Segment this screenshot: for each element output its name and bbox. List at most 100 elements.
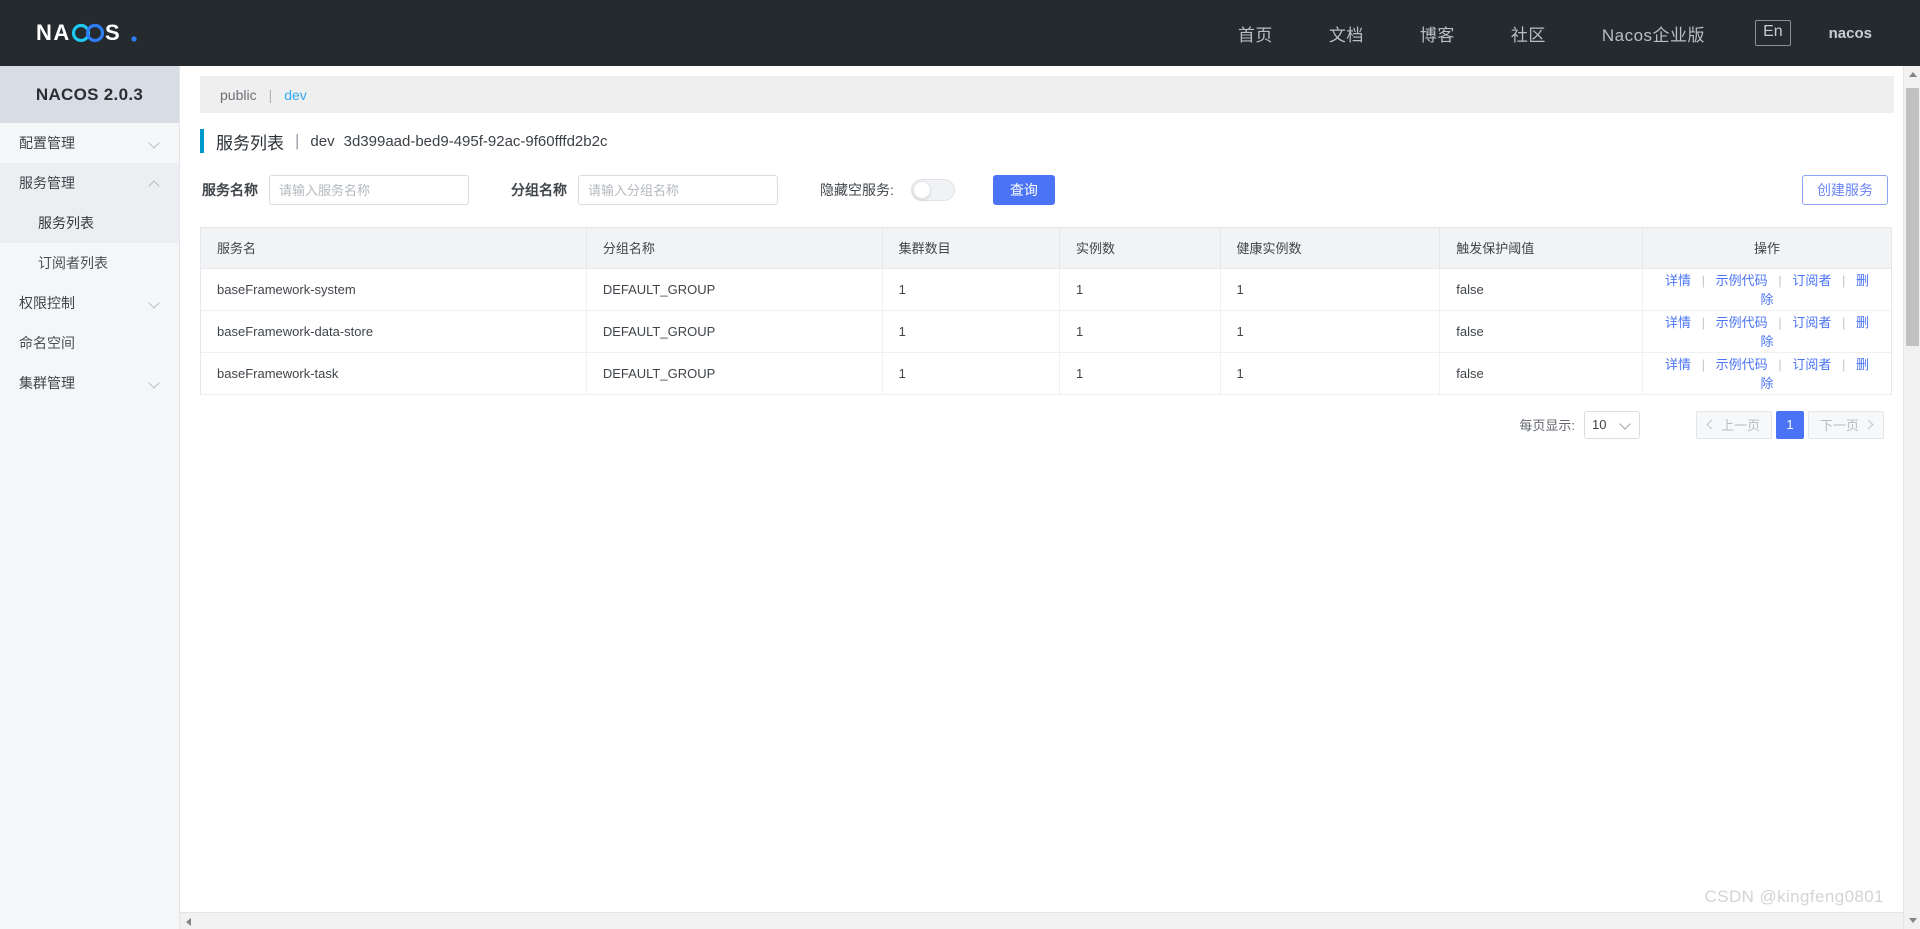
cell-cluster-count: 1 <box>882 352 1061 395</box>
action-separator: | <box>1701 315 1706 330</box>
sidebar-item-permission-control[interactable]: 权限控制 <box>0 283 179 323</box>
table-header-instance-count: 实例数 <box>1059 228 1221 269</box>
action-separator: | <box>1841 273 1846 288</box>
scroll-left-icon[interactable] <box>180 913 197 929</box>
hide-empty-service-toggle[interactable] <box>910 179 955 201</box>
action-separator: | <box>1778 315 1782 330</box>
sidebar-item-label: 配置管理 <box>19 135 75 151</box>
user-menu[interactable]: nacos <box>1829 25 1872 42</box>
action-subscribers[interactable]: 订阅者 <box>1792 357 1831 372</box>
app-shell: NACOS 2.0.3 配置管理 服务管理 服务列表 订阅者列表 权限控制 命名… <box>0 66 1920 929</box>
table-header-service-name: 服务名 <box>201 228 587 269</box>
breadcrumb-current[interactable]: dev <box>284 87 307 103</box>
action-sample-code[interactable]: 示例代码 <box>1716 273 1768 288</box>
cell-group-name: DEFAULT_GROUP <box>586 268 883 311</box>
group-name-input[interactable] <box>578 175 778 205</box>
page-title-namespace-id: 3d399aad-bed9-495f-92ac-9f60fffd2b2c <box>343 132 608 150</box>
page-title: 服务列表 | dev 3d399aad-bed9-495f-92ac-9f60f… <box>200 129 1900 153</box>
sidebar-item-cluster-management[interactable]: 集群管理 <box>0 363 179 403</box>
chevron-right-icon <box>1863 419 1874 430</box>
cell-operations: 详情 | 示例代码 | 订阅者 | 删除 <box>1642 268 1891 311</box>
table-row: baseFramework-system DEFAULT_GROUP 1 1 1… <box>201 268 1891 311</box>
vertical-scrollbar[interactable] <box>1903 66 1920 929</box>
scroll-up-icon[interactable] <box>1904 66 1920 83</box>
prev-page-label: 上一页 <box>1720 418 1760 433</box>
cell-group-name: DEFAULT_GROUP <box>586 352 883 395</box>
action-detail[interactable]: 详情 <box>1665 273 1691 288</box>
pagination-buttons: 上一页 1 下一页 <box>1695 410 1888 439</box>
table-header-group-name: 分组名称 <box>586 228 883 269</box>
service-table: 服务名 分组名称 集群数目 实例数 健康实例数 触发保护阈值 操作 baseFr… <box>201 228 1891 395</box>
service-name-input[interactable] <box>269 175 469 205</box>
main-content: public | dev 服务列表 | dev 3d399aad-bed9-49… <box>180 66 1920 929</box>
cell-service-name: baseFramework-data-store <box>201 310 587 353</box>
prev-page-button[interactable]: 上一页 <box>1695 410 1772 439</box>
vertical-scrollbar-thumb[interactable] <box>1906 88 1919 346</box>
action-subscribers[interactable]: 订阅者 <box>1792 315 1831 330</box>
content-inner: public | dev 服务列表 | dev 3d399aad-bed9-49… <box>180 66 1920 929</box>
sidebar-item-subscriber-list[interactable]: 订阅者列表 <box>0 243 179 283</box>
scroll-down-icon[interactable] <box>1904 912 1920 929</box>
page-title-text: 服务列表 <box>216 133 284 153</box>
breadcrumb-root[interactable]: public <box>220 87 257 103</box>
cell-cluster-count: 1 <box>882 310 1061 353</box>
nav-link-home[interactable]: 首页 <box>1238 21 1273 46</box>
action-sample-code[interactable]: 示例代码 <box>1716 357 1768 372</box>
top-nav-links: 首页 文档 博客 社区 Nacos企业版 En nacos <box>1210 0 1920 66</box>
nacos-logo[interactable]: NA S <box>36 0 154 66</box>
filter-bar: 服务名称 分组名称 隐藏空服务: 查询 创建服务 <box>200 175 1900 205</box>
table-header-operations: 操作 <box>1642 228 1891 269</box>
chevron-left-icon <box>1706 419 1717 430</box>
action-subscribers[interactable]: 订阅者 <box>1792 273 1831 288</box>
sidebar-item-service-management[interactable]: 服务管理 <box>0 163 179 203</box>
table-header-protect-threshold: 触发保护阈值 <box>1439 228 1644 269</box>
nacos-logo-icon: NA S <box>36 20 137 45</box>
action-separator: | <box>1701 273 1706 288</box>
page-title-separator: | <box>295 131 300 150</box>
table-header-cluster-count: 集群数目 <box>882 228 1061 269</box>
chevron-up-icon <box>149 177 161 189</box>
action-separator: | <box>1701 357 1706 372</box>
page-title-namespace: dev <box>310 132 335 150</box>
create-service-button[interactable]: 创建服务 <box>1802 175 1888 205</box>
cell-healthy-instance-count: 1 <box>1220 310 1441 353</box>
action-separator: | <box>1841 357 1846 372</box>
sidebar-item-config-management[interactable]: 配置管理 <box>0 123 179 163</box>
page-size-select[interactable]: 10 <box>1583 410 1640 439</box>
nav-link-docs[interactable]: 文档 <box>1329 21 1364 46</box>
cell-service-name: baseFramework-system <box>201 268 587 311</box>
group-name-label: 分组名称 <box>511 182 567 198</box>
nav-link-community[interactable]: 社区 <box>1511 21 1546 46</box>
sidebar-item-label: 服务管理 <box>19 175 75 191</box>
action-separator: | <box>1778 273 1782 288</box>
action-sample-code[interactable]: 示例代码 <box>1716 315 1768 330</box>
horizontal-scrollbar[interactable] <box>180 912 1903 929</box>
action-separator: | <box>1841 315 1846 330</box>
cell-healthy-instance-count: 1 <box>1220 352 1441 395</box>
cell-instance-count: 1 <box>1059 310 1221 353</box>
page-number-1[interactable]: 1 <box>1775 410 1804 439</box>
service-table-head: 服务名 分组名称 集群数目 实例数 健康实例数 触发保护阈值 操作 <box>201 228 1891 269</box>
breadcrumb: public | dev <box>200 76 1894 113</box>
action-detail[interactable]: 详情 <box>1665 315 1691 330</box>
pagination: 每页显示: 10 上一页 1 下一页 <box>192 410 1888 439</box>
table-header-row: 服务名 分组名称 集群数目 实例数 健康实例数 触发保护阈值 操作 <box>201 228 1891 269</box>
query-button[interactable]: 查询 <box>992 175 1055 205</box>
chevron-down-icon <box>149 137 161 149</box>
language-toggle-button[interactable]: En <box>1755 20 1791 46</box>
cell-instance-count: 1 <box>1059 268 1221 311</box>
sidebar-item-service-list[interactable]: 服务列表 <box>0 203 179 243</box>
next-page-label: 下一页 <box>1819 418 1859 433</box>
nav-link-enterprise[interactable]: Nacos企业版 <box>1602 21 1705 46</box>
breadcrumb-separator: | <box>268 86 273 103</box>
action-detail[interactable]: 详情 <box>1665 357 1691 372</box>
next-page-button[interactable]: 下一页 <box>1807 410 1884 439</box>
nav-link-blog[interactable]: 博客 <box>1420 21 1455 46</box>
chevron-down-icon <box>149 297 161 309</box>
chevron-down-icon <box>1621 419 1632 430</box>
sidebar-item-label: 集群管理 <box>19 375 75 391</box>
chevron-down-icon <box>149 377 161 389</box>
sidebar-item-namespace[interactable]: 命名空间 <box>0 323 179 363</box>
sidebar-version-header: NACOS 2.0.3 <box>0 66 179 123</box>
sidebar-item-label: 命名空间 <box>19 335 75 351</box>
